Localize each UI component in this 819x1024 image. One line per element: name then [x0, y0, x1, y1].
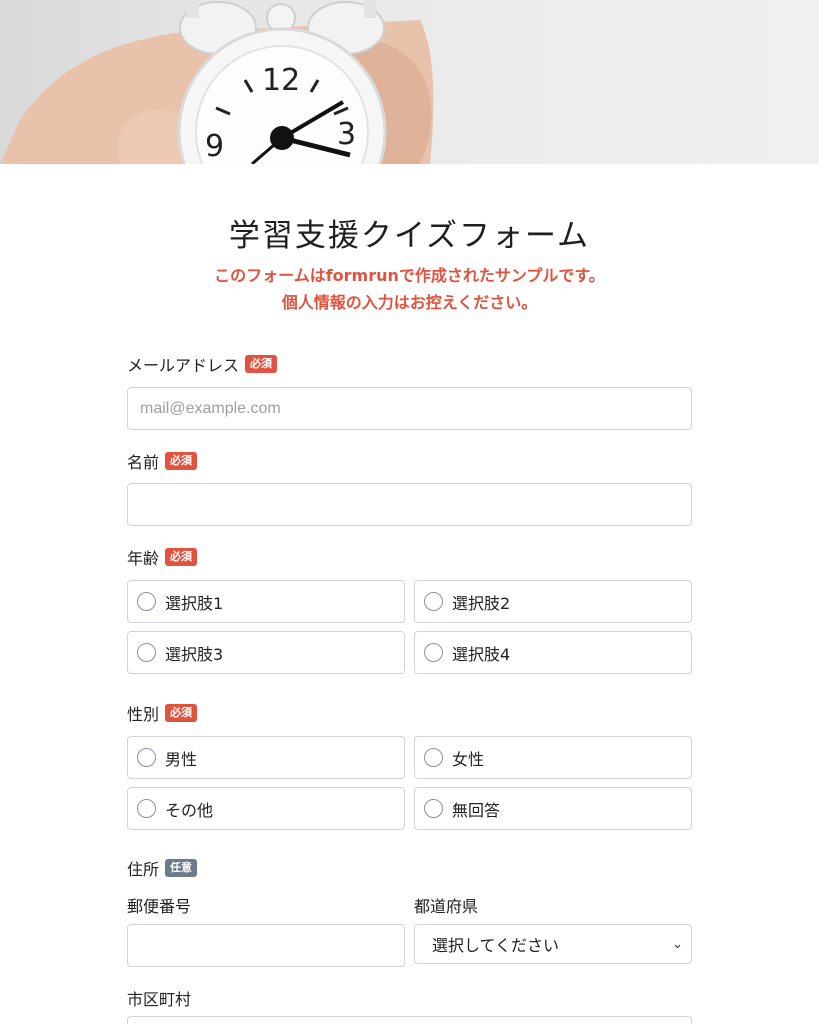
option-label: その他: [165, 800, 214, 820]
option-label: 男性: [165, 749, 198, 769]
radio-circle-icon: [424, 592, 443, 611]
required-badge: 必須: [165, 548, 198, 566]
notice-text-pre: このフォームは: [214, 266, 326, 285]
postal-code-label: 郵便番号: [127, 897, 192, 916]
required-badge: 必須: [165, 452, 198, 470]
address-label-row: 住所 任意: [127, 856, 198, 880]
name-label-row: 名前 必須: [127, 449, 198, 473]
prefecture-select[interactable]: 選択してください ⌄: [414, 924, 692, 964]
name-label: 名前: [127, 453, 160, 472]
option-label: 選択肢1: [165, 593, 224, 613]
form-title: 学習支援クイズフォーム: [228, 218, 591, 254]
radio-circle-icon: [137, 799, 156, 818]
option-label: 選択肢3: [165, 644, 224, 664]
gender-option-male[interactable]: 男性: [127, 736, 405, 779]
postal-code-input[interactable]: [127, 924, 405, 967]
gender-option-no-answer[interactable]: 無回答: [414, 787, 692, 830]
email-label: メールアドレス: [127, 356, 240, 375]
sample-notice: このフォームはformrunで作成されたサンプルです。: [0, 262, 819, 290]
clock-number-12: 12: [262, 63, 300, 98]
privacy-notice: 個人情報の入力はお控えください。: [281, 293, 538, 312]
name-input[interactable]: [127, 483, 692, 526]
age-option-2[interactable]: 選択肢2: [414, 580, 692, 623]
required-badge: 必須: [165, 704, 198, 722]
radio-circle-icon: [137, 643, 156, 662]
clock-number-9: 9: [205, 129, 224, 164]
required-badge: 必須: [245, 355, 278, 373]
notice-text-post: で作成されたサンプルです。: [398, 266, 605, 285]
option-label: 選択肢4: [452, 644, 511, 664]
gender-label: 性別: [127, 705, 160, 724]
clock-number-3: 3: [337, 117, 356, 152]
option-label: 無回答: [452, 800, 501, 820]
radio-circle-icon: [137, 592, 156, 611]
notice-brand: formrun: [325, 266, 399, 285]
email-input[interactable]: [127, 387, 692, 430]
option-label: 選択肢2: [452, 593, 511, 613]
option-label: 女性: [452, 749, 485, 769]
gender-label-row: 性別 必須: [127, 701, 198, 725]
age-label: 年齢: [127, 549, 160, 568]
optional-badge: 任意: [165, 859, 198, 877]
age-option-4[interactable]: 選択肢4: [414, 631, 692, 674]
alarm-clock-illustration: 12 3 9: [0, 0, 434, 164]
city-label: 市区町村: [127, 990, 192, 1009]
age-option-3[interactable]: 選択肢3: [127, 631, 405, 674]
hero-image: 12 3 9: [0, 0, 819, 164]
gender-option-female[interactable]: 女性: [414, 736, 692, 779]
prefecture-selected-value: 選択してください: [432, 936, 560, 955]
city-input[interactable]: [127, 1016, 692, 1024]
prefecture-label: 都道府県: [414, 897, 479, 916]
age-option-1[interactable]: 選択肢1: [127, 580, 405, 623]
radio-circle-icon: [424, 748, 443, 767]
radio-circle-icon: [137, 748, 156, 767]
email-label-row: メールアドレス 必須: [127, 352, 278, 376]
radio-circle-icon: [424, 643, 443, 662]
radio-circle-icon: [424, 799, 443, 818]
address-label: 住所: [127, 860, 160, 879]
age-label-row: 年齢 必須: [127, 545, 198, 569]
gender-option-other[interactable]: その他: [127, 787, 405, 830]
chevron-down-icon: ⌄: [672, 937, 683, 952]
